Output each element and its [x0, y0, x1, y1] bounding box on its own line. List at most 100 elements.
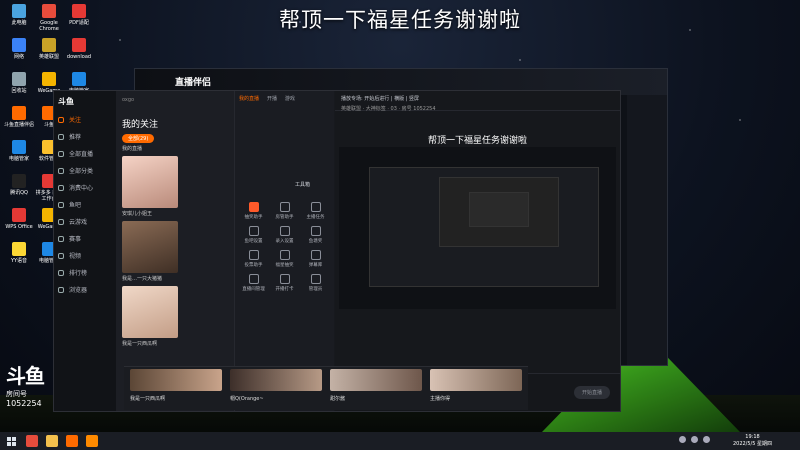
strip-name[interactable]: 甜尔酱: [330, 395, 345, 402]
nav-icon: [58, 201, 64, 208]
nav-item[interactable]: 消费中心: [54, 179, 116, 196]
nav-item[interactable]: 鱼吧: [54, 196, 116, 213]
desktop-icon[interactable]: YY语音: [4, 242, 34, 264]
strip-thumb[interactable]: [230, 369, 322, 391]
tool-label: 鱼吧设置: [244, 239, 263, 244]
app-icon: [12, 4, 26, 18]
desktop-icon[interactable]: 英雄联盟: [34, 38, 64, 60]
nav-item[interactable]: 推荐: [54, 128, 116, 145]
network-icon[interactable]: [679, 436, 686, 443]
bg-side-column: [627, 95, 667, 365]
tool-button[interactable]: 开播打卡: [270, 274, 299, 292]
tool-button[interactable]: 鱼塘奖: [301, 226, 330, 244]
tab-game[interactable]: 游戏: [285, 95, 295, 102]
desktop-icon-label: 此电脑: [11, 20, 27, 26]
stage-header-text: 播放专场: 开始后进行 | 横版 | 竖屏: [341, 96, 420, 102]
desktop-icon[interactable]: Google Chrome: [34, 4, 64, 32]
streamer-name[interactable]: 我是一只西瓜啊: [122, 340, 228, 347]
strip-thumb[interactable]: [430, 369, 522, 391]
chrome-icon[interactable]: [26, 435, 38, 447]
desktop-icon[interactable]: 网络: [4, 38, 34, 60]
tool-label: 直播间管理: [242, 287, 265, 292]
desktop-icon[interactable]: 腾讯QQ: [4, 174, 34, 196]
nav-label: 视频: [69, 253, 82, 260]
desktop-icon[interactable]: 回收站: [4, 72, 34, 94]
clock[interactable]: 19:18 2022/5/5 星期四: [733, 434, 772, 448]
desktop-icon[interactable]: download: [64, 38, 94, 60]
folder-icon[interactable]: [46, 435, 58, 447]
follow-all-pill[interactable]: 全部(29): [122, 134, 155, 143]
nav-item[interactable]: 赛事: [54, 230, 116, 247]
live-companion-icon[interactable]: [86, 435, 98, 447]
strip-thumb[interactable]: [130, 369, 222, 391]
nav-item[interactable]: 全部分类: [54, 162, 116, 179]
nav-label: 浏览器: [69, 287, 88, 294]
preview-canvas[interactable]: [339, 147, 616, 309]
nested-window: [469, 192, 529, 227]
streamer-name[interactable]: 我是…一只大猪猪: [122, 275, 228, 282]
app-icon: [12, 140, 26, 154]
volume-icon[interactable]: [691, 436, 698, 443]
desktop-icon[interactable]: PDF适配: [64, 4, 94, 26]
streamer-thumb[interactable]: [122, 221, 178, 273]
desktop-icon[interactable]: 此电脑: [4, 4, 34, 26]
tool-button[interactable]: 管理员: [301, 274, 330, 292]
strip-name[interactable]: 帽Q(Orange~: [230, 395, 264, 402]
nav-label: 云游戏: [69, 219, 88, 226]
nav-icon: [58, 150, 64, 157]
stage-header: 播放专场: 开始后进行 | 横版 | 竖屏 英雄联盟 · 大神标签 · 03 ·…: [335, 91, 620, 112]
nav-icon: [58, 167, 64, 174]
ime-icon[interactable]: [703, 436, 710, 443]
taskbar: 19:18 2022/5/5 星期四: [0, 432, 800, 450]
tool-button[interactable]: 投票助手: [239, 250, 268, 268]
tool-label: 福星抽奖: [275, 263, 294, 268]
douyu-icon[interactable]: [66, 435, 78, 447]
search-input[interactable]: oxgo: [122, 97, 228, 103]
tool-button[interactable]: 抽奖助手: [239, 202, 268, 220]
tool-button[interactable]: 福星抽奖: [270, 250, 299, 268]
app-icon: [12, 242, 26, 256]
follow-subtitle: 我的直播: [122, 146, 143, 152]
streamer-thumb[interactable]: [122, 156, 178, 208]
follow-panel: oxgo 我的关注 全部(29) 我的直播 安琪儿小姐王 我是…一只大猪猪 我是…: [116, 91, 234, 411]
desktop-icon-label: 英雄联盟: [38, 54, 59, 60]
tool-button[interactable]: 鱼吧设置: [239, 226, 268, 244]
tool-button[interactable]: 主播任务: [301, 202, 330, 220]
tool-button[interactable]: 房管助手: [270, 202, 299, 220]
strip-name[interactable]: 我是一只西瓜啊: [130, 395, 165, 402]
nav-icon: [58, 116, 64, 123]
tool-icon: [248, 202, 259, 212]
tool-button[interactable]: 录入设置: [270, 226, 299, 244]
start-live-button[interactable]: 开始直播: [573, 386, 610, 399]
tab-start[interactable]: 开播: [267, 95, 277, 102]
nav-icon: [58, 133, 64, 140]
nav-icon: [58, 252, 64, 259]
clock-date: 2022/5/5 星期四: [732, 441, 772, 447]
tool-label: 弹幕库: [308, 263, 323, 268]
nav-item[interactable]: 浏览器: [54, 281, 116, 298]
tab-my-live[interactable]: 我的直播: [239, 95, 259, 102]
desktop-icon[interactable]: WPS Office: [4, 208, 34, 230]
tool-icon: [248, 250, 259, 260]
desktop-icon[interactable]: 斗鱼直播伴侣: [4, 106, 34, 128]
tool-label: 录入设置: [275, 239, 294, 244]
streamer-name[interactable]: 安琪儿小姐王: [122, 210, 228, 217]
nav-item[interactable]: 视频: [54, 247, 116, 264]
tool-icon: [310, 202, 321, 212]
strip-thumb[interactable]: [330, 369, 422, 391]
desktop-icon[interactable]: 电脑管家: [4, 140, 34, 162]
system-tray[interactable]: [679, 436, 710, 443]
start-button[interactable]: [0, 432, 22, 450]
nav-item[interactable]: 全部直播: [54, 145, 116, 162]
nav-item[interactable]: 关注: [54, 111, 116, 128]
nav-item[interactable]: 云游戏: [54, 213, 116, 230]
stage-subheader: 英雄联盟 · 大神标签 · 03 · 房号 1052254: [341, 106, 436, 112]
streamer-thumb[interactable]: [122, 286, 178, 338]
stage-title: 帮顶一下福星任务谢谢啦: [427, 136, 527, 146]
nav-item[interactable]: 排行榜: [54, 264, 116, 281]
tool-button[interactable]: 直播间管理: [239, 274, 268, 292]
strip-name[interactable]: 主播你得: [430, 395, 450, 402]
tools-panel: 我的直播 开播 游戏 工具箱 抽奖助手 房管助手 主播任务 鱼吧设置 录入设置 鱼塘奖 投票…: [234, 91, 334, 411]
tool-button[interactable]: 弹幕库: [301, 250, 330, 268]
main-window[interactable]: 斗鱼 关注 推荐 全部直播 全部分类 消费中心 鱼吧 云游戏 赛事 视频 排行榜 浏览器 oxgo …: [53, 90, 621, 412]
